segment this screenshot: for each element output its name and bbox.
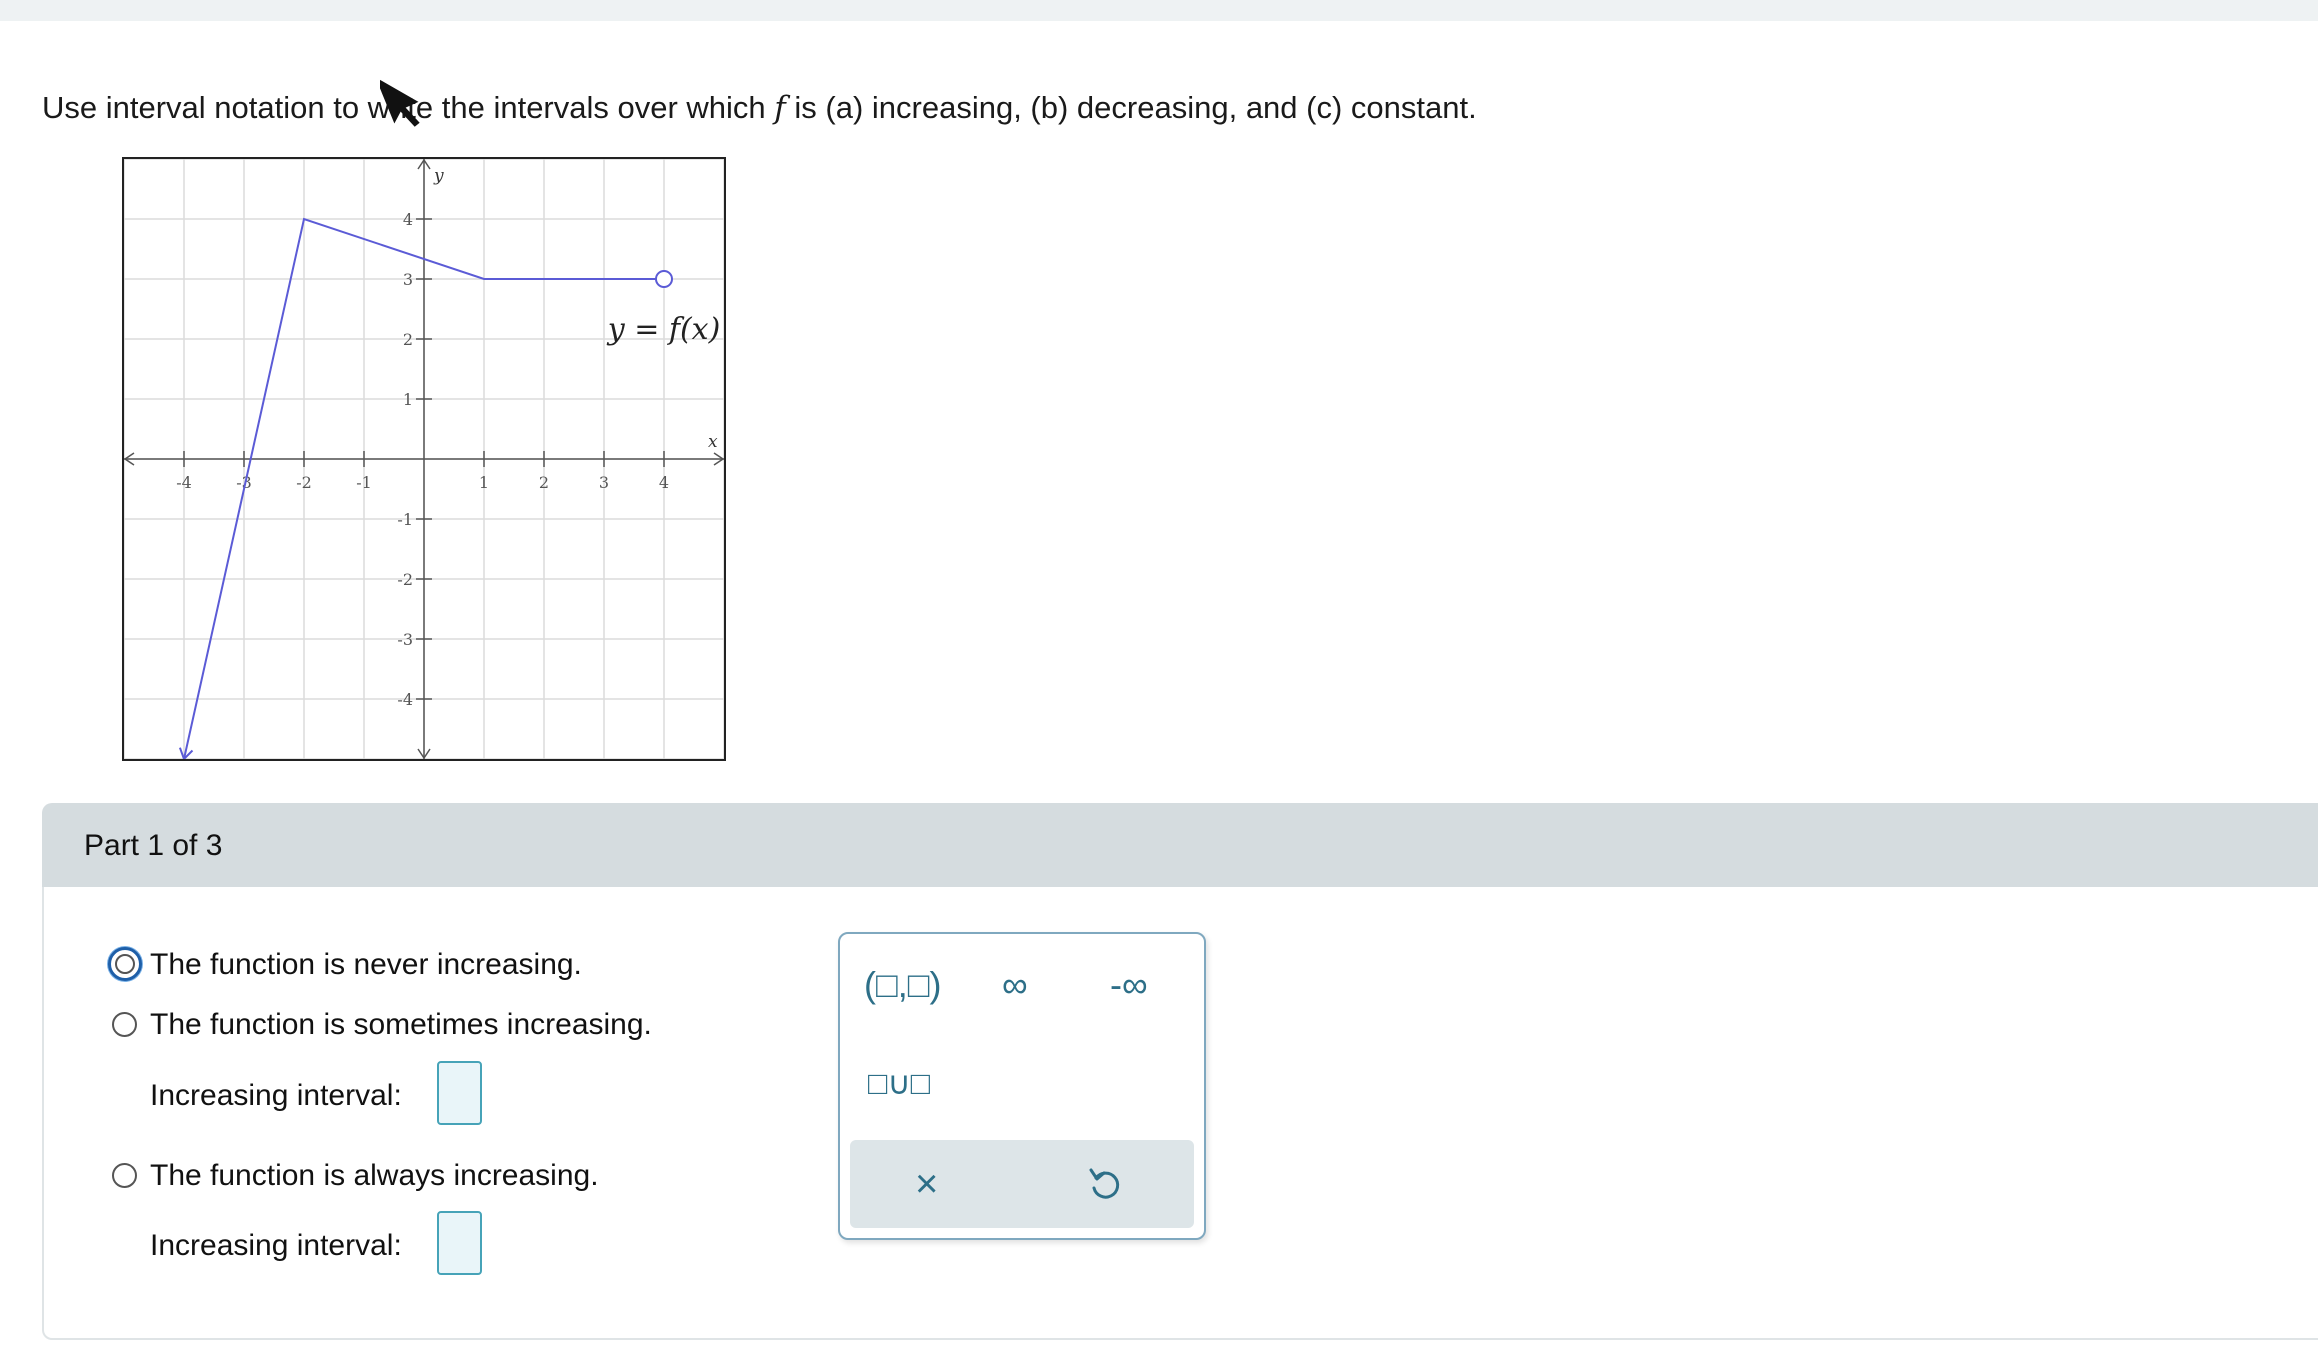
function-label: y = f(x) <box>606 312 721 347</box>
top-bar <box>0 0 2318 21</box>
y-tick-label: -1 <box>397 510 413 529</box>
increasing-interval-label-2: Increasing interval: <box>150 1229 402 1262</box>
y-tick-label: 1 <box>403 390 413 409</box>
clear-button[interactable]: × <box>915 1164 938 1204</box>
mouse-cursor-icon <box>380 77 420 127</box>
x-tick-label: 1 <box>479 473 489 492</box>
x-tick-label: -1 <box>356 473 372 492</box>
y-tick-label: 3 <box>403 270 413 289</box>
increasing-interval-label-1: Increasing interval: <box>150 1079 402 1112</box>
radio-sometimes-increasing[interactable] <box>112 1012 137 1037</box>
radio-never-increasing[interactable] <box>108 947 142 981</box>
part-label: Part 1 of 3 <box>84 829 223 862</box>
interval-template-button[interactable]: (□,□) <box>864 964 941 1006</box>
y-tick-label: -2 <box>397 570 413 589</box>
open-endpoint <box>655 270 673 288</box>
increasing-interval-input-2[interactable] <box>437 1211 482 1275</box>
increasing-interval-input-1[interactable] <box>437 1061 482 1125</box>
palette-footer: × <box>850 1140 1194 1228</box>
y-tick-label: 2 <box>403 330 413 349</box>
option-never-increasing[interactable]: The function is never increasing. <box>150 948 582 982</box>
y-tick-label: -4 <box>397 690 413 709</box>
y-axis-label: y <box>433 166 444 186</box>
x-tick-label: 3 <box>599 473 609 492</box>
math-palette: (□,□) ∞ -∞ □∪□ × <box>838 932 1206 1240</box>
infinity-button[interactable]: ∞ <box>1002 964 1028 1006</box>
question-text: Use interval notation to write the inter… <box>42 90 1477 126</box>
function-graph: xy -4 -3 -2 -1 1 2 3 4 4 3 2 1 -1 -2 -3 -4 y = f(x) <box>122 157 726 761</box>
question-suffix: is (a) increasing, (b) decreasing, and (… <box>794 90 1477 125</box>
y-tick-label: -3 <box>397 630 413 649</box>
x-axis-label: x <box>708 432 718 452</box>
y-tick-label: 4 <box>403 210 413 229</box>
function-variable: f <box>774 90 786 126</box>
x-tick-label: -2 <box>296 473 312 492</box>
union-template-button[interactable]: □∪□ <box>868 1064 930 1102</box>
x-tick-label: 4 <box>659 473 669 492</box>
negative-infinity-button[interactable]: -∞ <box>1110 964 1148 1006</box>
option-sometimes-increasing[interactable]: The function is sometimes increasing. <box>150 1008 652 1042</box>
radio-always-increasing[interactable] <box>112 1163 137 1188</box>
x-tick-label: 2 <box>539 473 549 492</box>
option-always-increasing[interactable]: The function is always increasing. <box>150 1159 599 1193</box>
part-header: Part 1 of 3 <box>42 803 2318 887</box>
x-tick-label: -4 <box>176 473 192 492</box>
undo-icon[interactable] <box>1088 1166 1122 1202</box>
